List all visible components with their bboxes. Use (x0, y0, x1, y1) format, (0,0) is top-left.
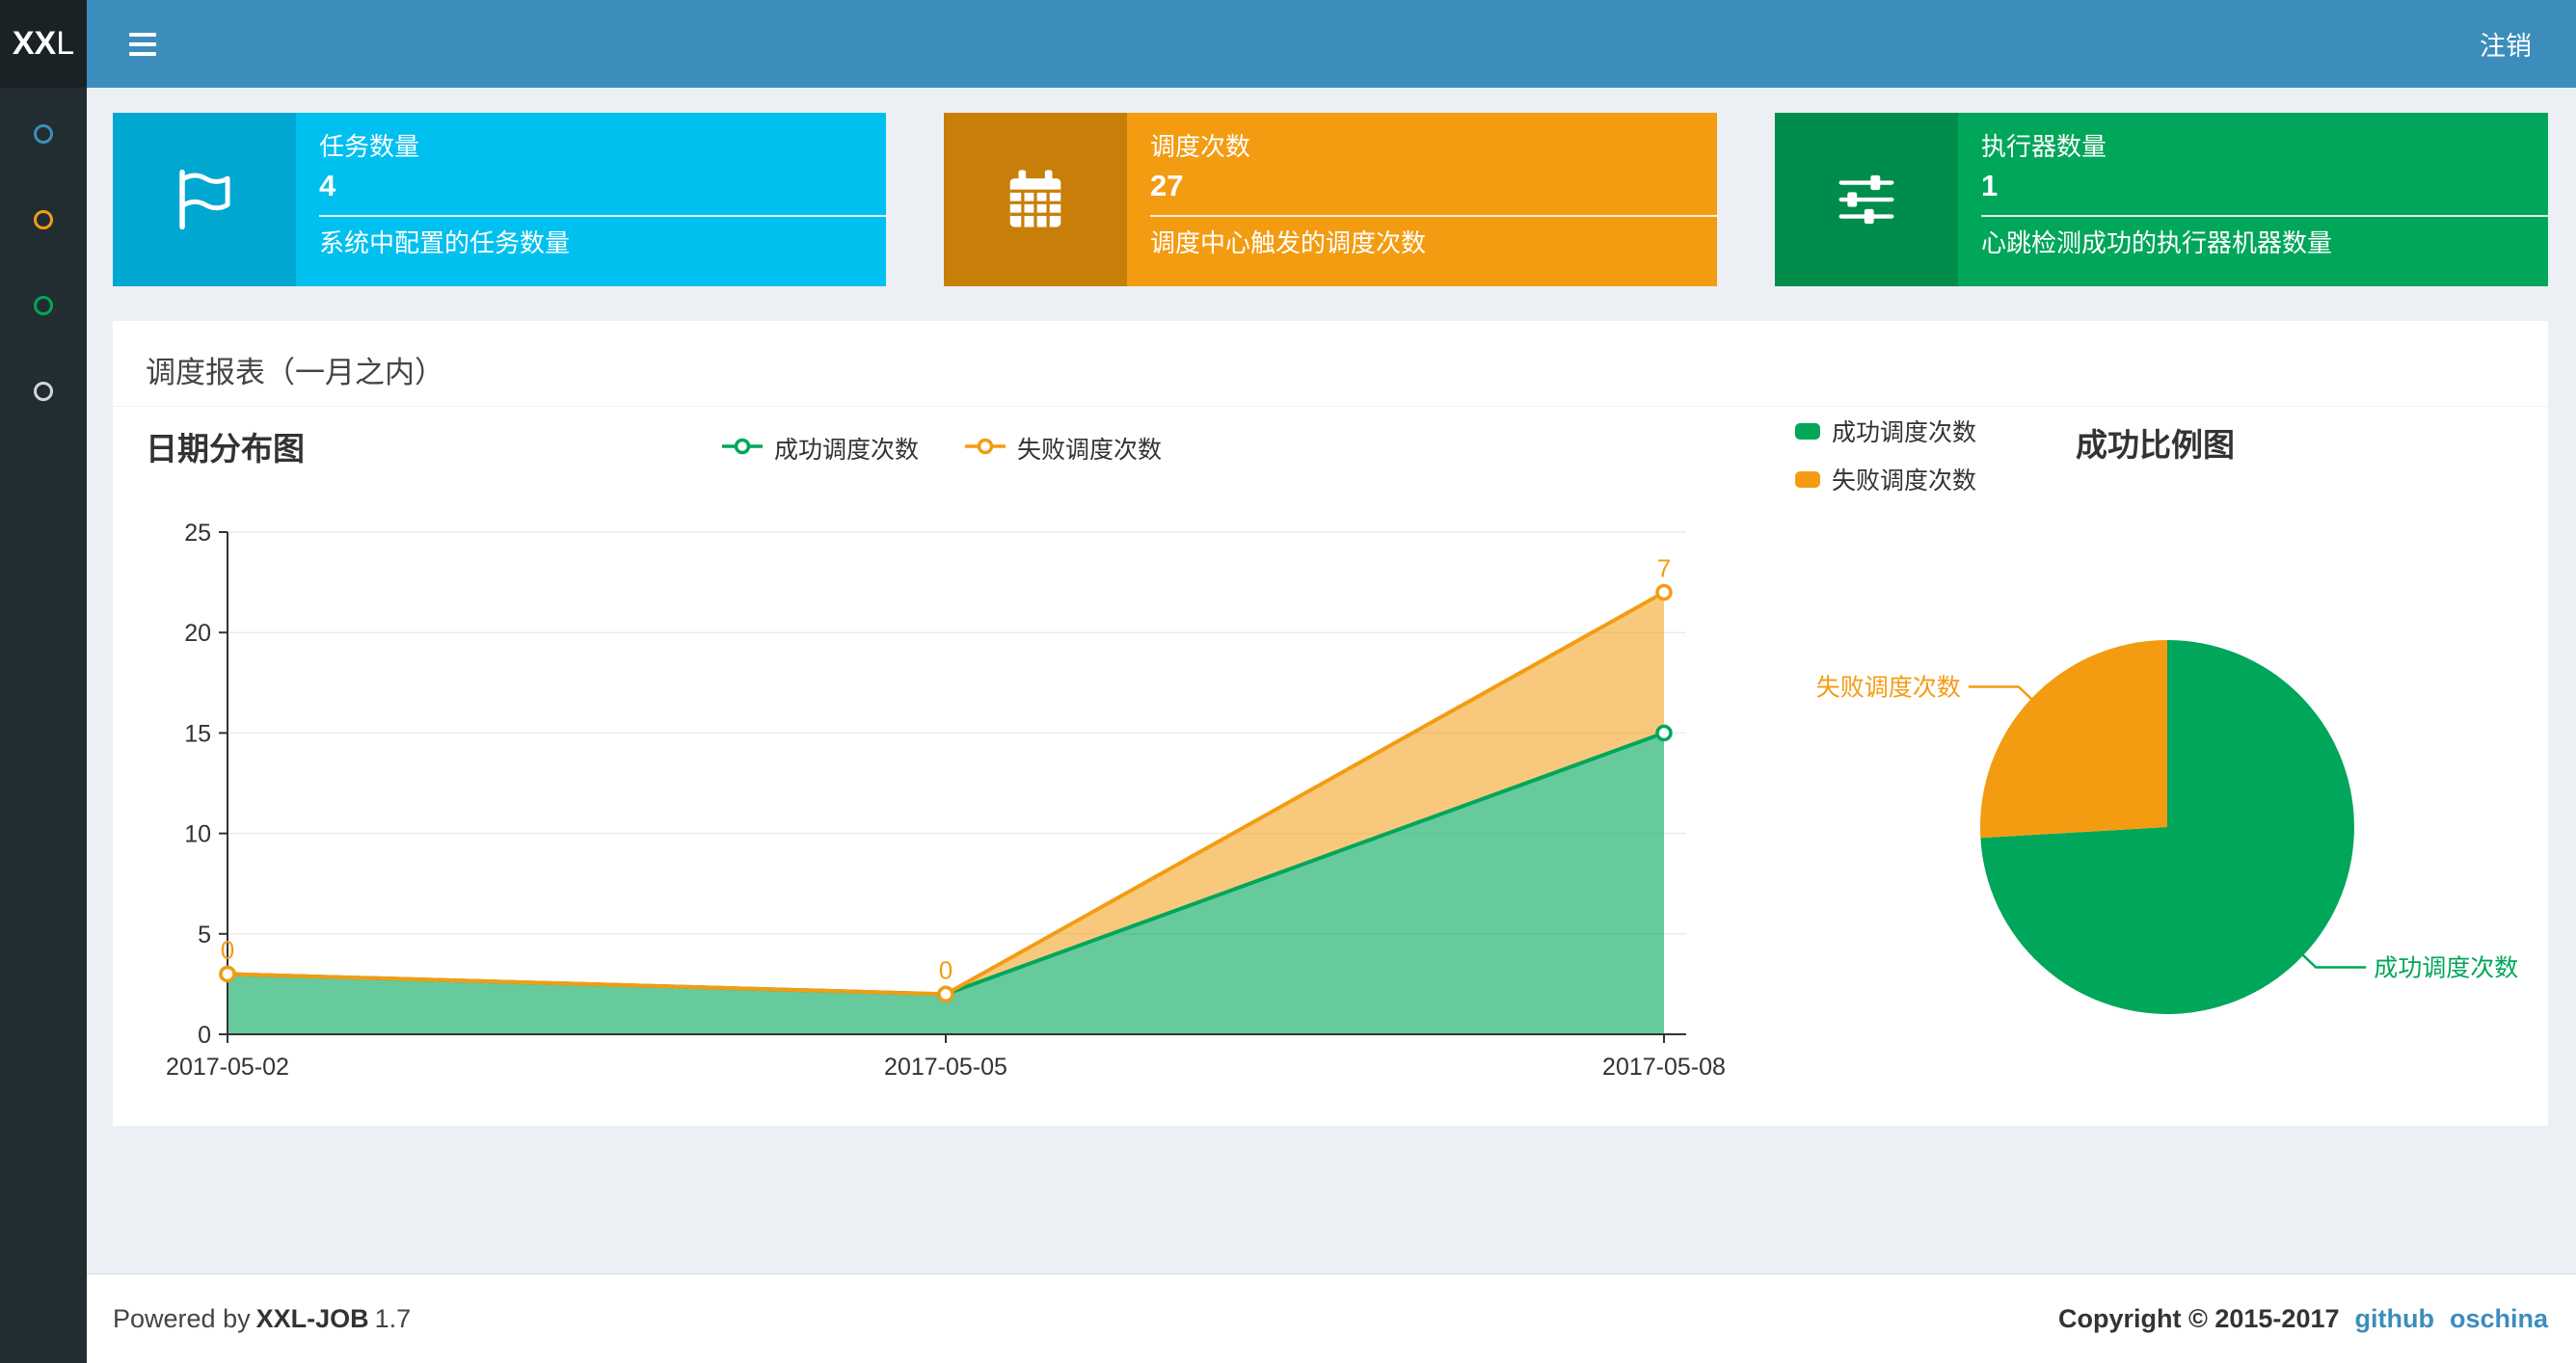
divider (113, 406, 2548, 407)
svg-text:25: 25 (184, 520, 211, 547)
sidebar-item-4[interactable] (34, 382, 53, 401)
app-logo[interactable]: XX L (0, 0, 87, 88)
navbar-bar: 注销 (87, 0, 2576, 88)
legend-line-icon (720, 438, 765, 460)
info-box-trigger-count[interactable]: 调度次数 27 调度中心触发的调度次数 (944, 113, 1717, 286)
divider (1150, 215, 1717, 217)
sidebar-item-3[interactable] (34, 296, 53, 315)
info-box-body: 执行器数量 1 心跳检测成功的执行器机器数量 (1958, 113, 2548, 286)
line-legend-item-1[interactable]: 成功调度次数 (720, 431, 919, 466)
info-box-label: 调度次数 (1150, 132, 1251, 161)
sliders-icon (1775, 113, 1958, 286)
main-content: 运行报表任务调度中心 任务数量 4 系统中配置的任务数量 (87, 0, 2576, 1126)
panel-title: 调度报表（一月之内） (146, 356, 444, 389)
report-panel: 调度报表（一月之内） 日期分布图 成功调度次数 失败调度次数 0 5 10 15 20 25… (113, 321, 2548, 1126)
line-chart[interactable]: 0 5 10 15 20 25 2017-05-02 2017-05-05 2017-05-08… (126, 506, 1727, 1084)
svg-text:2017-05-05: 2017-05-05 (884, 1054, 1007, 1081)
line-chart-svg: 05101520252017-05-02 2017-05-05 2017-05-08… (166, 520, 1726, 1081)
sidebar (0, 88, 87, 1363)
info-box-value: 4 (319, 169, 336, 202)
svg-text:2017-05-08: 2017-05-08 (1602, 1054, 1726, 1081)
info-box-value: 27 (1150, 169, 1184, 202)
oschina-link[interactable]: oschina (2450, 1304, 2548, 1334)
legend-line-icon (963, 438, 1007, 460)
legend-label: 失败调度次数 (1832, 468, 1977, 494)
svg-text:15: 15 (184, 720, 211, 747)
copyright-text: Copyright © 2015-2017 (2057, 1303, 2340, 1333)
info-box-body: 调度次数 27 调度中心触发的调度次数 (1127, 113, 1717, 286)
svg-text:成功调度次数: 成功调度次数 (2374, 955, 2518, 982)
logout-link[interactable]: 注销 (2476, 17, 2536, 70)
github-link[interactable]: github (2355, 1304, 2434, 1334)
pie-legend-item-2[interactable]: 失败调度次数 (1795, 462, 1976, 496)
line-legend-item-2[interactable]: 失败调度次数 (963, 431, 1162, 466)
svg-text:20: 20 (184, 620, 211, 647)
svg-text:0: 0 (198, 1022, 211, 1049)
xxl-job-dashboard: XXL 注销 运行报表任务调度中心 (0, 0, 2576, 1363)
svg-text:10: 10 (184, 821, 211, 848)
sidebar-menu (0, 88, 87, 401)
info-box-executor-count[interactable]: 执行器数量 1 心跳检测成功的执行器机器数量 (1775, 113, 2548, 286)
logo-text-light: L (56, 25, 75, 62)
flag-icon (113, 113, 296, 286)
info-box-label: 执行器数量 (1981, 132, 2107, 161)
brand-version: 1.7 (374, 1303, 412, 1333)
pie-chart[interactable]: 成功调度次数 失败调度次数 (1784, 504, 2564, 1102)
info-box-desc: 系统中配置的任务数量 (319, 228, 571, 257)
top-navbar: XX L 注销 (0, 0, 2576, 88)
calendar-icon (944, 113, 1127, 286)
copyright: Copyright © 2015-2017 github oschina (2058, 1304, 2548, 1334)
info-box-body: 任务数量 4 系统中配置的任务数量 (296, 113, 886, 286)
pie-legend-item-1[interactable]: 成功调度次数 (1795, 414, 1976, 448)
footer: Powered by XXL-JOB 1.7 Copyright © 2015-20… (87, 1273, 2576, 1363)
info-box-value: 1 (1981, 169, 1999, 202)
pie-chart-svg: 成功调度次数 失败调度次数 (1816, 640, 2518, 1014)
svg-text:5: 5 (198, 922, 211, 949)
pie-chart-legend: 成功调度次数 失败调度次数 (1795, 414, 1976, 496)
sidebar-item-1[interactable] (34, 124, 53, 144)
line-chart-legend: 成功调度次数 失败调度次数 (720, 431, 1162, 466)
info-box-desc: 调度中心触发的调度次数 (1150, 228, 1427, 257)
powered-by: Powered by XXL-JOB 1.7 (113, 1304, 411, 1334)
legend-label: 成功调度次数 (1832, 419, 1977, 446)
svg-text:失败调度次数: 失败调度次数 (1816, 675, 1961, 702)
logo-text-bold: XX (12, 25, 57, 62)
svg-text:0: 0 (221, 935, 234, 964)
svg-text:7: 7 (1657, 554, 1671, 583)
line-chart-title: 日期分布图 (146, 431, 305, 467)
legend-label: 失败调度次数 (1017, 437, 1163, 464)
brand-name: XXL-JOB (255, 1303, 369, 1333)
legend-swatch-icon (1795, 422, 1820, 440)
sidebar-item-2[interactable] (34, 210, 53, 229)
pie-chart-title: 成功比例图 (2076, 427, 2235, 463)
info-box-job-count[interactable]: 任务数量 4 系统中配置的任务数量 (113, 113, 886, 286)
powered-prefix: Powered by (113, 1303, 251, 1333)
svg-text:0: 0 (939, 955, 953, 984)
svg-text:2017-05-02: 2017-05-02 (166, 1054, 289, 1081)
legend-label: 成功调度次数 (774, 437, 920, 464)
legend-swatch-icon (1795, 470, 1820, 488)
divider (319, 215, 886, 217)
info-box-label: 任务数量 (319, 132, 420, 161)
divider (1981, 215, 2548, 217)
summary-boxes: 任务数量 4 系统中配置的任务数量 调度次数 27 调度中心触发的调度次数 执行… (113, 113, 2548, 286)
info-box-desc: 心跳检测成功的执行器机器数量 (1981, 228, 2333, 257)
sidebar-toggle-icon[interactable] (123, 23, 162, 66)
